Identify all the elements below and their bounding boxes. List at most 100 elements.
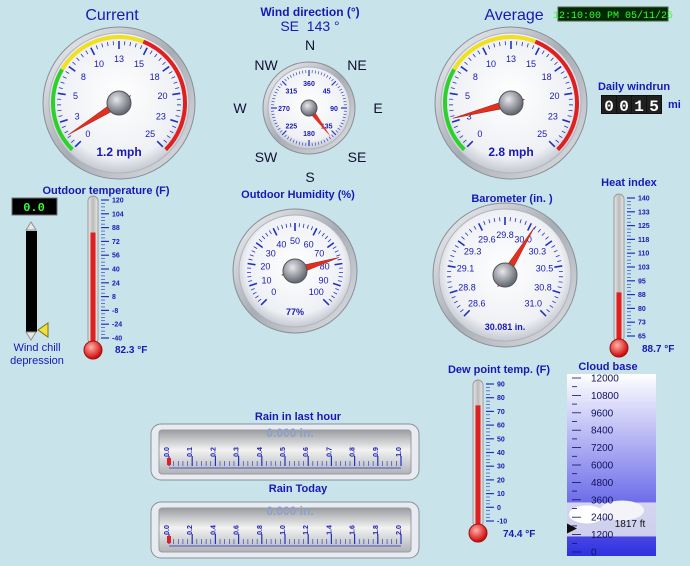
barometer-gauge: 28.628.829.129.329.6 29.8 30.030.330.530.8… bbox=[432, 202, 578, 348]
rain-tick-label: 0.7 bbox=[326, 447, 333, 457]
heat-index-thermometer: 140 133 125 118 110 103 95 88 80 73 65 bbox=[609, 193, 650, 358]
average-wind-speed-gauge: 035810 13 15182023252.8 mph bbox=[434, 26, 588, 180]
dial-tick-label: 25 bbox=[537, 129, 547, 139]
rain-tick-label: 0.0 bbox=[164, 447, 171, 457]
thermometer-tick-label: 88 bbox=[638, 292, 646, 299]
compass-tick-label: 270 bbox=[278, 106, 290, 113]
thermometer-tick-label: -40 bbox=[112, 336, 122, 343]
thermometer-tick-label: 70 bbox=[497, 409, 505, 416]
dial-tick-label: 40 bbox=[276, 239, 286, 249]
dial-tick-label: 20 bbox=[157, 91, 167, 101]
outdoor-temp-readout: 82.3 °F bbox=[115, 345, 147, 356]
thermometer-bulb bbox=[609, 338, 629, 358]
compass-n-label: N bbox=[305, 37, 315, 53]
rain-level-bar bbox=[167, 536, 171, 543]
thermometer-tick-label: 118 bbox=[638, 237, 649, 244]
rain-hour-readout: 0.000 in. bbox=[266, 426, 313, 440]
windrun-digit-1: 0 bbox=[604, 98, 614, 116]
windrun-title: Daily windrun bbox=[598, 81, 670, 93]
compass-tick-label: 225 bbox=[285, 124, 297, 131]
dial-tick-label: 13 bbox=[506, 54, 516, 64]
rain-tick-label: 0.5 bbox=[280, 447, 287, 457]
dial-tick-label: 0 bbox=[477, 129, 482, 139]
dial-tick-label: 15 bbox=[134, 59, 144, 69]
compass-tick-label: 360 bbox=[303, 81, 315, 88]
rain-today-title: Rain Today bbox=[269, 483, 328, 495]
rain-tick-label: 1.0 bbox=[396, 447, 403, 457]
dial-tick-label: 28.8 bbox=[458, 282, 476, 292]
thermometer-bulb bbox=[83, 340, 103, 360]
dial-minor-tick bbox=[558, 281, 563, 283]
wind-chill-up-arrow-icon bbox=[25, 221, 37, 231]
compass-tick-label: 90 bbox=[330, 106, 338, 113]
wind-chill-down-arrow-icon bbox=[25, 331, 37, 341]
humidity-gauge: 010203040 50 6070809010077% bbox=[232, 208, 358, 334]
dew-point-readout: 74.4 °F bbox=[503, 529, 535, 540]
dial-tick-label: 29.8 bbox=[496, 230, 514, 240]
dial-tick-label: 0 bbox=[85, 129, 90, 139]
rain-tick-label: 1.2 bbox=[303, 525, 310, 535]
dial-tick-label: 29.6 bbox=[478, 234, 496, 244]
cloud-tick-label: 0 bbox=[591, 548, 597, 559]
dial-tick-label: 10 bbox=[486, 59, 496, 69]
rain-hour-title: Rain in last hour bbox=[255, 411, 342, 423]
thermometer-mercury bbox=[475, 405, 481, 527]
dial-tick-label: 28.6 bbox=[468, 298, 486, 308]
compass-se-label: SE bbox=[348, 149, 367, 165]
rain-tick-label: 1.0 bbox=[280, 525, 287, 535]
dial-tick-label: 8 bbox=[81, 72, 86, 82]
thermometer-tick-label: 80 bbox=[497, 395, 505, 402]
wind-direction-compass: 3604590135180225270315 bbox=[262, 61, 356, 155]
thermometer-tick-label: -10 bbox=[497, 519, 507, 526]
wind-chill-pointer-icon bbox=[37, 322, 49, 338]
dial-tick-label: 29.3 bbox=[464, 246, 482, 256]
thermometer-tick-label: 56 bbox=[112, 253, 120, 260]
thermometer-mercury bbox=[90, 232, 96, 344]
rain-tick-label: 1.8 bbox=[373, 525, 380, 535]
dial-tick-label: 30.3 bbox=[529, 246, 547, 256]
cloud-tick-label: 9600 bbox=[591, 408, 614, 419]
cloud-base-title: Cloud base bbox=[578, 361, 637, 373]
thermometer-tick-label: 103 bbox=[638, 265, 650, 272]
wind-direction-title: Wind direction (°) bbox=[260, 5, 359, 19]
cloud-tick-label: 10800 bbox=[591, 391, 619, 402]
dial-readout: 30.081 in. bbox=[485, 322, 526, 332]
dial-minor-tick bbox=[247, 276, 252, 278]
current-wind-speed-gauge: 03 58 10 13 15 18 20 2325 1.2 mph bbox=[42, 26, 196, 180]
dial-minor-tick bbox=[57, 109, 62, 112]
dial-tick-label: 100 bbox=[309, 287, 324, 297]
current-label: Current bbox=[85, 7, 139, 24]
dial-readout: 77% bbox=[286, 307, 304, 317]
heat-index-readout: 88.7 °F bbox=[642, 344, 674, 355]
windrun-unit: mi bbox=[668, 99, 681, 111]
compass-tick-label: 45 bbox=[323, 88, 331, 95]
average-label: Average bbox=[484, 7, 543, 24]
thermometer-tick-label: 88 bbox=[112, 225, 120, 232]
rain-tick-label: 1.6 bbox=[350, 525, 357, 535]
rain-tick-label: 1.4 bbox=[326, 525, 333, 535]
rain-tick-label: 0.2 bbox=[187, 525, 194, 535]
dial-tick-label: 23 bbox=[156, 112, 166, 122]
humidity-title: Outdoor Humidity (%) bbox=[241, 189, 355, 201]
compass-hub bbox=[300, 99, 318, 117]
clock-readout: 12:10:00 PM 05/11/25 bbox=[553, 10, 673, 22]
dial-tick-label: 23 bbox=[548, 112, 558, 122]
dial-tick-label: 5 bbox=[73, 91, 78, 101]
thermometer-tick-label: 72 bbox=[112, 239, 120, 246]
dial-tick-label: 90 bbox=[319, 275, 329, 285]
thermometer-tick-label: 40 bbox=[112, 267, 120, 274]
rain-tick-label: 0.8 bbox=[257, 525, 264, 535]
thermometer-tick-label: 140 bbox=[638, 196, 650, 203]
dial-tick-label: 30 bbox=[266, 248, 276, 258]
wind-chill-label-line1: Wind chill bbox=[13, 342, 60, 354]
wind-chill-bar bbox=[26, 231, 37, 332]
compass-tick-label: 180 bbox=[303, 131, 315, 138]
cloud-tick-label: 7200 bbox=[591, 443, 614, 454]
rain-tick-label: 0.1 bbox=[187, 447, 194, 457]
dial-minor-tick bbox=[449, 109, 454, 112]
thermometer-tick-label: 10 bbox=[497, 491, 505, 498]
thermometer-tick-label: 0 bbox=[497, 505, 501, 512]
thermometer-mercury bbox=[616, 292, 622, 342]
thermometer-tick-label: 110 bbox=[638, 251, 649, 258]
thermometer-tick-label: 8 bbox=[112, 294, 116, 301]
